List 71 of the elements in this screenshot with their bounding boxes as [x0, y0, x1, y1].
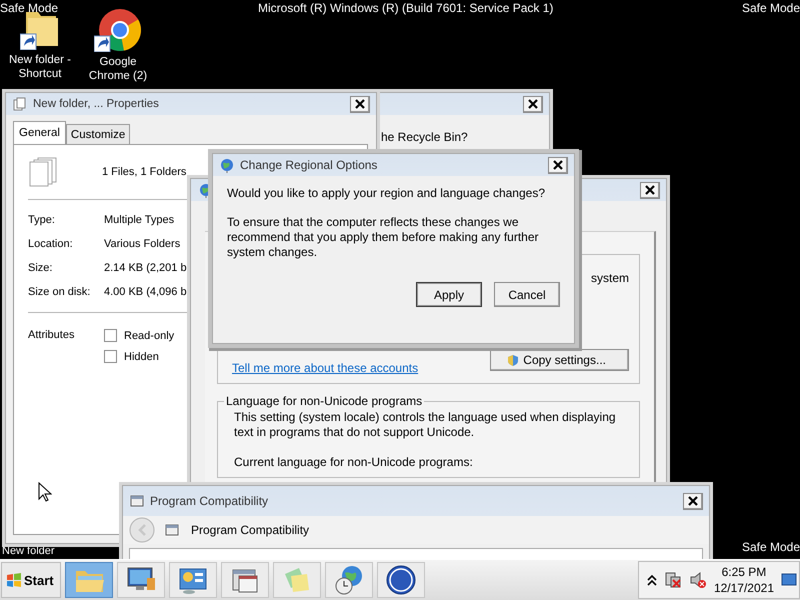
taskbar-button[interactable]: [116, 562, 165, 598]
safe-mode-label: Safe Mode: [742, 1, 800, 15]
close-button[interactable]: [548, 156, 568, 174]
dialog-message: To ensure that the computer reflects these changes we recommend that you apply them before making any further system changes.: [227, 215, 540, 260]
copy-settings-button[interactable]: Copy settings...: [490, 349, 629, 371]
help-icon: [384, 564, 417, 596]
field-value: Various Folders: [104, 238, 180, 250]
help-link[interactable]: Tell me more about these accounts: [232, 361, 418, 375]
window-title: Change Regional Options: [240, 158, 378, 172]
dialog-button[interactable]: Cancel: [494, 282, 560, 307]
taskbar-button[interactable]: [168, 562, 217, 598]
dialog-question: Would you like to apply your region and language changes?: [227, 186, 546, 200]
window-icon: [165, 524, 179, 536]
documents-icon: [13, 97, 27, 111]
field-label: Type:: [28, 214, 55, 226]
taskbar-button[interactable]: [324, 562, 373, 598]
window-title: Program Compatibility: [150, 494, 268, 508]
start-button[interactable]: Start: [1, 562, 61, 598]
checkbox[interactable]: [104, 350, 117, 363]
windows-flag-icon: [6, 572, 22, 588]
close-button[interactable]: [640, 182, 660, 198]
clock-time[interactable]: 6:25 PM: [722, 564, 766, 580]
close-button[interactable]: [523, 96, 543, 112]
taskbar-button[interactable]: [376, 562, 425, 598]
checkbox[interactable]: [104, 329, 117, 342]
tab[interactable]: Customize: [66, 124, 130, 144]
dialog-button[interactable]: Apply: [416, 282, 482, 307]
globe-clock-icon: [332, 564, 365, 596]
close-icon: [688, 496, 698, 506]
field-label: Attributes: [28, 329, 76, 343]
chevron-up-icon: [646, 574, 657, 586]
documents-icon: [28, 156, 58, 188]
field-label: Location:: [28, 238, 73, 250]
network-error-icon: [664, 571, 682, 589]
close-icon: [355, 99, 365, 109]
file-count-text: 1 Files, 1 Folders: [102, 166, 186, 178]
browser-shortcut-icon: [94, 8, 142, 52]
mouse-cursor-icon: [38, 482, 52, 502]
show-desktop-icon: [781, 573, 797, 587]
safe-mode-label: Safe Mode: [742, 540, 800, 554]
close-icon: [645, 185, 655, 195]
build-label: Microsoft (R) Windows (R) (Build 7601: Service Pack 1): [258, 1, 554, 15]
close-icon: [553, 160, 563, 170]
description-text: system: [590, 271, 629, 285]
field-value: 2.14 KB (2,201 b: [104, 262, 187, 274]
close-icon: [528, 99, 538, 109]
field-label: Size on disk:: [28, 286, 90, 298]
close-button[interactable]: [683, 492, 703, 510]
shield-icon: [507, 354, 520, 366]
field-value: Multiple Types: [104, 214, 174, 226]
speaker-muted-icon: [688, 571, 707, 589]
window-icon: [130, 495, 144, 507]
checkbox-option[interactable]: Hidden: [104, 350, 174, 363]
tab[interactable]: General: [13, 121, 66, 144]
group-title: Language for non-Unicode programs: [225, 394, 424, 408]
desktop-icon-label[interactable]: Google Chrome (2): [79, 55, 157, 83]
back-icon: [129, 517, 155, 543]
window-title: New folder, ... Properties: [33, 98, 159, 110]
safe-mode-label: Safe Mode: [0, 1, 58, 15]
taskbar-button[interactable]: [220, 562, 269, 598]
description-text: This setting (system locale) controls the language used when displaying text in programs that do not support Unicode.: [234, 410, 617, 440]
checkbox-option[interactable]: Read-only: [104, 329, 174, 342]
globe-icon: [220, 157, 234, 173]
field-label: Current language for non-Unicode programs:: [234, 455, 474, 469]
page-heading: Program Compatibility: [191, 523, 310, 537]
desktop-icon-label[interactable]: New folder - Shortcut: [1, 53, 79, 81]
field-label: Size:: [28, 262, 52, 274]
clock-date[interactable]: 12/17/2021: [714, 580, 774, 596]
dialog-text: he Recycle Bin?: [380, 129, 469, 144]
field-value: 4.00 KB (4,096 b: [104, 286, 187, 298]
close-button[interactable]: [350, 96, 370, 112]
